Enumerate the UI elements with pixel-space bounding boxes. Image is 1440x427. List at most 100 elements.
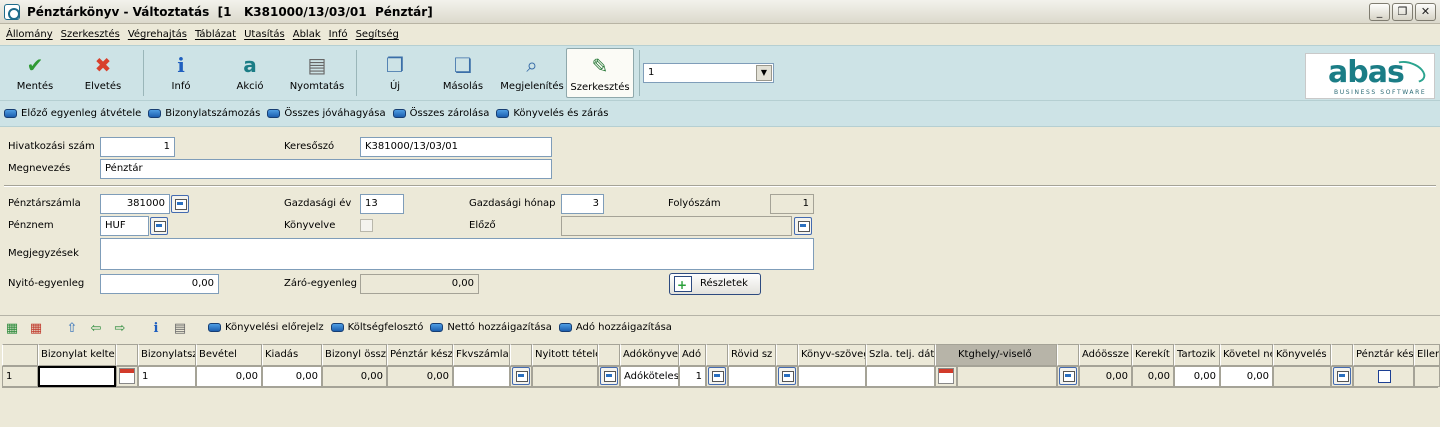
notes-field[interactable] bbox=[100, 238, 814, 270]
column-header[interactable]: Rövid sz bbox=[728, 344, 776, 366]
search-field[interactable]: K381000/13/03/01 bbox=[360, 137, 552, 157]
column-header[interactable]: Könyv-szöveg bbox=[798, 344, 866, 366]
column-header[interactable]: Kerekít bbox=[1132, 344, 1174, 366]
column-header[interactable]: Adóössze bbox=[1079, 344, 1132, 366]
tax-lookup-icon[interactable] bbox=[708, 367, 726, 385]
column-header[interactable]: Szla. telj. dát bbox=[866, 344, 935, 366]
account-field[interactable]: 381000 bbox=[100, 194, 170, 214]
printer-icon[interactable]: ▤ bbox=[172, 321, 188, 337]
chevron-down-icon[interactable]: ▼ bbox=[756, 65, 772, 81]
delete-row-icon[interactable]: ▦ bbox=[28, 321, 44, 337]
currency-lookup-icon[interactable] bbox=[150, 217, 168, 235]
menu-help[interactable]: Segítség bbox=[356, 24, 399, 45]
calendar-icon[interactable] bbox=[119, 368, 135, 384]
cost-center-lookup-icon[interactable] bbox=[1059, 367, 1077, 385]
serial-field: 1 bbox=[770, 194, 814, 214]
column-header[interactable]: Eller bbox=[1414, 344, 1440, 366]
close-button[interactable]: ✕ bbox=[1415, 3, 1436, 21]
open-item-lookup-icon[interactable] bbox=[600, 367, 618, 385]
take-over-previous-balance-button[interactable]: Előző egyenleg átvétele bbox=[4, 108, 141, 119]
posting-forecast-button[interactable]: Könyvelési előrejelz bbox=[208, 322, 324, 333]
document-numbering-button[interactable]: Bizonylatszámozás bbox=[148, 108, 260, 119]
action-button[interactable]: a Akció bbox=[221, 48, 279, 98]
account-lookup-icon[interactable] bbox=[171, 195, 189, 213]
new-button[interactable]: ❐ Új bbox=[366, 48, 424, 98]
fiscal-year-field[interactable]: 13 bbox=[360, 194, 404, 214]
discard-button[interactable]: ✖ Elvetés bbox=[74, 48, 132, 98]
restore-button[interactable]: ❐ bbox=[1392, 3, 1413, 21]
net-adjustment-button[interactable]: Nettó hozzáigazítása bbox=[430, 322, 552, 333]
view-button[interactable]: ⌕ Megjelenítés bbox=[500, 48, 564, 98]
gl-account-cell[interactable] bbox=[453, 366, 510, 387]
opening-balance-field[interactable]: 0,00 bbox=[100, 274, 219, 294]
credit-cell[interactable]: 0,00 bbox=[1220, 366, 1273, 387]
column-header[interactable]: Könyvelés bbox=[1273, 344, 1331, 366]
invoice-date-cell[interactable] bbox=[866, 366, 935, 387]
cost-allocation-button[interactable]: Költségfelosztó bbox=[330, 322, 423, 333]
approve-all-button[interactable]: Összes jóváhagyása bbox=[267, 108, 386, 119]
doc-date-cell[interactable] bbox=[38, 366, 116, 387]
short-text-cell[interactable] bbox=[728, 366, 776, 387]
column-header[interactable]: Ktghely/-viselő bbox=[935, 344, 1057, 366]
tax-adjustment-button[interactable]: Adó hozzáigazítása bbox=[558, 322, 672, 333]
column-header[interactable]: Adókönyve bbox=[620, 344, 679, 366]
minimize-button[interactable]: _ bbox=[1369, 3, 1390, 21]
move-left-icon[interactable]: ⇦ bbox=[88, 321, 104, 337]
previous-lookup-icon[interactable] bbox=[794, 217, 812, 235]
details-button[interactable]: Részletek bbox=[669, 273, 761, 295]
toolbar-combo[interactable]: 1 ▼ bbox=[643, 63, 774, 83]
column-header[interactable]: Fkvszámla bbox=[453, 344, 510, 366]
info-icon[interactable]: i bbox=[148, 321, 164, 337]
menu-execute[interactable]: Végrehajtás bbox=[128, 24, 187, 45]
info-button[interactable]: i Infó bbox=[152, 48, 210, 98]
menu-file[interactable]: Állomány bbox=[6, 24, 53, 45]
column-header[interactable]: Kiadás bbox=[262, 344, 322, 366]
toolbar-separator bbox=[143, 50, 144, 96]
menu-edit[interactable]: Szerkesztés bbox=[61, 24, 120, 45]
column-header[interactable]: Tartozik bbox=[1174, 344, 1220, 366]
copy-button[interactable]: ❏ Másolás bbox=[434, 48, 492, 98]
income-cell[interactable]: 0,00 bbox=[196, 366, 262, 387]
column-header[interactable]: Bizonylat kelte bbox=[38, 344, 116, 366]
save-button[interactable]: ✔ Mentés bbox=[6, 48, 64, 98]
column-header[interactable]: Pénztár kész bbox=[387, 344, 453, 366]
cash-cell: 0,00 bbox=[387, 366, 453, 387]
table-cell bbox=[598, 366, 620, 387]
ref-field[interactable]: 1 bbox=[100, 137, 175, 157]
post-and-close-button[interactable]: Könyvelés és zárás bbox=[496, 108, 609, 119]
gl-account-lookup-icon[interactable] bbox=[512, 367, 530, 385]
cash-ready-checkbox[interactable] bbox=[1378, 370, 1391, 383]
move-right-icon[interactable]: ⇨ bbox=[112, 321, 128, 337]
column-header[interactable]: Pénztár kés bbox=[1353, 344, 1414, 366]
debit-cell[interactable]: 0,00 bbox=[1174, 366, 1220, 387]
expense-cell[interactable]: 0,00 bbox=[262, 366, 322, 387]
column-header[interactable]: Nyitott tétele bbox=[532, 344, 598, 366]
tax-book-cell[interactable]: Adóköteles bbox=[620, 366, 679, 387]
doc-number-cell[interactable]: 1 bbox=[138, 366, 196, 387]
calendar-icon[interactable] bbox=[938, 368, 954, 384]
column-header[interactable]: Bevétel bbox=[196, 344, 262, 366]
menu-command[interactable]: Utasítás bbox=[244, 24, 285, 45]
column-header[interactable]: Bizonyl össz bbox=[322, 344, 387, 366]
fiscal-month-field[interactable]: 3 bbox=[561, 194, 604, 214]
menu-table[interactable]: Táblázat bbox=[195, 24, 236, 45]
edit-button[interactable]: ✎ Szerkesztés bbox=[566, 48, 634, 98]
menu-window[interactable]: Ablak bbox=[293, 24, 321, 45]
abas-logo: abas BUSINESS SOFTWARE bbox=[1305, 53, 1435, 99]
print-button[interactable]: ▤ Nyomtatás bbox=[288, 48, 346, 98]
tax-cell[interactable]: 1 bbox=[679, 366, 706, 387]
ref-label: Hivatkozási szám bbox=[8, 141, 95, 152]
column-header[interactable]: Bizonylatsz bbox=[138, 344, 196, 366]
name-field[interactable]: Pénztár bbox=[100, 159, 552, 179]
short-text-lookup-icon[interactable] bbox=[778, 367, 796, 385]
move-up-icon[interactable]: ⇧ bbox=[64, 321, 80, 337]
lock-all-button[interactable]: Összes zárolása bbox=[392, 108, 489, 119]
add-row-icon[interactable]: ▦ bbox=[4, 321, 20, 337]
column-header[interactable]: Követel ne bbox=[1220, 344, 1273, 366]
column-header bbox=[1057, 344, 1079, 366]
posting-text-cell[interactable] bbox=[798, 366, 866, 387]
posting-lookup-icon[interactable] bbox=[1333, 367, 1351, 385]
currency-field[interactable]: HUF bbox=[100, 216, 149, 236]
column-header[interactable]: Adó bbox=[679, 344, 706, 366]
menu-info[interactable]: Infó bbox=[329, 24, 348, 45]
